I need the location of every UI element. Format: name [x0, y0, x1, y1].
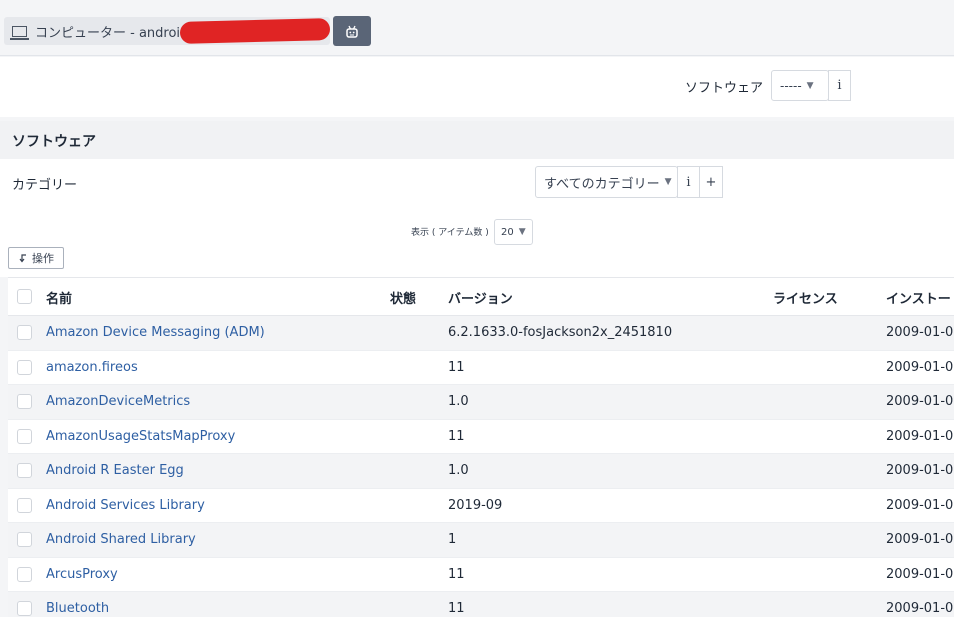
select-all-checkbox[interactable]: [17, 289, 32, 304]
items-per-page-value: 20: [501, 226, 514, 238]
row-checkbox[interactable]: [17, 394, 32, 409]
items-per-page-label: 表示 ( アイテム数 ): [411, 228, 489, 238]
software-name-link[interactable]: Android Shared Library: [46, 532, 196, 547]
category-select[interactable]: すべてのカテゴリー ▼: [535, 166, 678, 198]
category-label: カテゴリー: [12, 178, 78, 193]
software-filter-label: ソフトウェア: [685, 81, 764, 96]
table-row: Android Shared Library 1 2009-01-0: [8, 523, 954, 558]
software-version: 2019-09: [448, 497, 503, 513]
column-header-status[interactable]: 状態: [390, 288, 416, 307]
table-header: 名前 状態 バージョン ライセンス インストー: [8, 278, 954, 316]
redaction-mark: [179, 18, 331, 44]
software-name-link[interactable]: Amazon Device Messaging (ADM): [46, 325, 265, 340]
computer-icon: [10, 25, 29, 40]
info-icon: i: [686, 174, 691, 190]
pager-row: 表示 ( アイテム数 ) 20 ▼ 操作: [0, 207, 954, 277]
column-header-license[interactable]: ライセンス: [773, 288, 838, 307]
android-button[interactable]: [333, 16, 371, 46]
software-filter-info-button[interactable]: i: [828, 70, 851, 101]
software-name-link[interactable]: AmazonDeviceMetrics: [46, 394, 190, 409]
table-row: amazon.fireos 11 2009-01-0: [8, 351, 954, 385]
install-date: 2009-01-0: [886, 497, 954, 513]
row-checkbox[interactable]: [17, 566, 32, 582]
plus-icon: +: [705, 174, 717, 190]
corner-arrow-icon: [19, 254, 26, 263]
row-checkbox[interactable]: [17, 497, 32, 513]
software-version: 11: [448, 428, 465, 444]
software-name-link[interactable]: Bluetooth: [46, 601, 109, 616]
top-bar: コンピューター - android: [0, 0, 954, 56]
install-date: 2009-01-0: [886, 601, 954, 616]
category-info-button[interactable]: i: [677, 166, 700, 198]
items-per-page-select[interactable]: 20 ▼: [494, 219, 533, 245]
install-date: 2009-01-0: [886, 359, 954, 375]
chevron-down-icon: ▼: [806, 80, 814, 91]
row-checkbox[interactable]: [17, 463, 32, 478]
add-category-button[interactable]: +: [699, 166, 723, 198]
install-date: 2009-01-0: [886, 394, 954, 409]
category-select-value: すべてのカテゴリー: [544, 176, 660, 192]
install-date: 2009-01-0: [886, 532, 954, 547]
row-checkbox[interactable]: [17, 601, 32, 616]
computer-title-text: コンピューター - android: [35, 25, 189, 41]
table-row: ArcusProxy 11 2009-01-0: [8, 558, 954, 592]
table-row: AmazonDeviceMetrics 1.0 2009-01-0: [8, 385, 954, 420]
info-icon: i: [837, 78, 842, 93]
software-filter-row: ソフトウェア ----- ▼ i: [0, 57, 954, 117]
install-date: 2009-01-0: [886, 566, 954, 582]
table-row: AmazonUsageStatsMapProxy 11 2009-01-0: [8, 420, 954, 454]
software-version: 11: [448, 566, 465, 582]
software-table: 名前 状態 バージョン ライセンス インストー Amazon Device Me…: [8, 277, 954, 617]
column-header-install-date[interactable]: インストー: [886, 288, 951, 307]
software-filter-value: -----: [780, 78, 802, 93]
table-row: Amazon Device Messaging (ADM) 6.2.1633.0…: [8, 316, 954, 351]
table-row: Android Services Library 2019-09 2009-01…: [8, 489, 954, 523]
software-name-link[interactable]: Android R Easter Egg: [46, 463, 184, 478]
software-version: 6.2.1633.0-fosJackson2x_2451810: [448, 325, 673, 340]
install-date: 2009-01-0: [886, 428, 954, 444]
column-header-version[interactable]: バージョン: [448, 288, 513, 307]
chevron-down-icon: ▼: [664, 177, 672, 187]
software-version: 1: [448, 532, 457, 547]
software-version: 1.0: [448, 463, 469, 478]
software-version: 11: [448, 601, 465, 616]
table-row: Bluetooth 11 2009-01-0: [8, 592, 954, 617]
software-name-link[interactable]: AmazonUsageStatsMapProxy: [46, 429, 235, 444]
software-name-link[interactable]: amazon.fireos: [46, 360, 138, 375]
row-checkbox[interactable]: [17, 359, 32, 375]
section-title: ソフトウェア: [12, 134, 96, 150]
software-version: 1.0: [448, 394, 469, 409]
chevron-down-icon: ▼: [518, 227, 526, 237]
row-checkbox[interactable]: [17, 532, 32, 547]
row-checkbox[interactable]: [17, 325, 32, 340]
table-row: Android R Easter Egg 1.0 2009-01-0: [8, 454, 954, 489]
install-date: 2009-01-0: [886, 463, 954, 478]
actions-button-label: 操作: [32, 252, 54, 265]
software-name-link[interactable]: ArcusProxy: [46, 567, 118, 582]
software-name-link[interactable]: Android Services Library: [46, 498, 205, 513]
android-icon: [346, 25, 358, 38]
install-date: 2009-01-0: [886, 325, 954, 340]
software-filter-select[interactable]: ----- ▼: [771, 70, 829, 101]
actions-button[interactable]: 操作: [8, 247, 64, 269]
category-row: カテゴリー すべてのカテゴリー ▼ i +: [0, 159, 954, 207]
software-section-header: ソフトウェア: [0, 121, 954, 159]
column-header-name[interactable]: 名前: [46, 288, 72, 307]
row-checkbox[interactable]: [17, 428, 32, 444]
software-version: 11: [448, 359, 465, 375]
